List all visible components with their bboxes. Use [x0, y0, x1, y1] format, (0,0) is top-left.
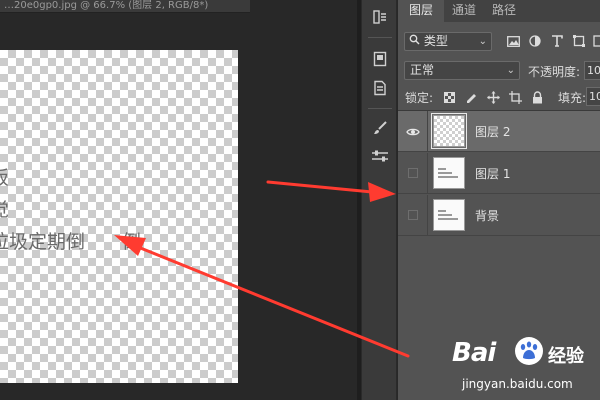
opacity-input[interactable]: 100% — [584, 61, 600, 80]
thumbnail-text-line — [438, 172, 452, 174]
search-icon — [409, 33, 420, 50]
thumbnail-text-line — [438, 218, 458, 220]
tab-layers[interactable]: 图层 — [398, 0, 444, 22]
layer-row-layer-2[interactable]: 图层 2 — [398, 111, 600, 152]
layer-name[interactable]: 图层 1 — [475, 165, 510, 182]
lock-label: 锁定: — [405, 91, 434, 105]
opacity-label: 不透明度: — [528, 65, 581, 79]
adjustment-filter-icon[interactable] — [528, 34, 542, 48]
lock-image-pixels-icon[interactable] — [464, 90, 478, 104]
baidu-jingyan-watermark: Bai 经验 jingyan.baidu.com — [452, 334, 600, 400]
chevron-down-icon: ⌄ — [506, 65, 515, 76]
paw-icon — [514, 336, 544, 370]
canvas-overflow-text: 倒 — [122, 231, 142, 253]
document-tab-title: …20e0gp0.jpg @ 66.7% (图层 2, RGB/8*) — [4, 0, 209, 11]
blend-row: 正常 ⌄ 不透明度: 100% — [398, 60, 600, 82]
watermark-logo-text: Bai — [452, 338, 496, 368]
filter-kind-select[interactable]: 类型 ⌄ — [404, 32, 492, 51]
chevron-down-icon: ⌄ — [478, 36, 487, 47]
adjustments-icon[interactable] — [368, 145, 392, 167]
layer-row-layer-1[interactable]: 图层 1 — [398, 153, 600, 194]
thumbnail-text-line — [438, 214, 452, 216]
layer-name[interactable]: 图层 2 — [475, 123, 510, 140]
watermark-jingyan-text: 经验 — [548, 346, 584, 367]
panel-tabs: 图层 通道 路径 — [398, 0, 600, 22]
thumbnail-text-line — [438, 176, 458, 178]
lock-transparent-pixels-icon[interactable] — [442, 90, 456, 104]
fill-input[interactable]: 100% — [586, 87, 600, 106]
eye-icon — [405, 122, 420, 141]
canvas-text-line-3: 垃圾定期倒 — [0, 231, 86, 253]
image-filter-icon[interactable] — [506, 34, 520, 48]
visibility-off-box — [407, 168, 418, 178]
dock-separator — [368, 108, 392, 109]
document-canvas[interactable]: 饭 觉 垃圾定期倒 — [0, 50, 238, 383]
visibility-toggle[interactable] — [398, 195, 428, 235]
dock-separator — [368, 37, 392, 38]
blend-mode-value: 正常 — [410, 63, 435, 77]
visibility-off-box — [407, 210, 418, 220]
layer-filter-row: 类型 ⌄ — [402, 30, 600, 52]
history-icon[interactable] — [368, 6, 392, 28]
canvas-text-line-1: 饭 — [0, 167, 9, 189]
lock-row: 锁定: 填充: 100% — [398, 87, 600, 107]
shape-filter-icon[interactable] — [572, 34, 586, 48]
tab-paths[interactable]: 路径 — [484, 0, 524, 22]
fill-label: 填充: — [558, 91, 587, 105]
visibility-toggle[interactable] — [398, 153, 428, 193]
layer-thumbnail — [431, 113, 467, 149]
tab-channels[interactable]: 通道 — [444, 0, 484, 22]
thumbnail-text-line — [438, 168, 446, 170]
brush-icon[interactable] — [368, 117, 392, 139]
watermark-url: jingyan.baidu.com — [462, 377, 573, 391]
filter-kind-value: 类型 — [423, 34, 448, 48]
libraries-icon[interactable] — [368, 48, 392, 70]
layer-name[interactable]: 背景 — [475, 207, 499, 224]
panel-dock — [361, 0, 397, 400]
type-filter-icon[interactable] — [550, 34, 564, 48]
thumbnail-text-line — [438, 210, 446, 212]
layer-thumbnail — [433, 157, 465, 189]
visibility-toggle[interactable] — [398, 111, 428, 151]
layer-thumbnail — [433, 199, 465, 231]
lock-position-icon[interactable] — [486, 90, 500, 104]
blend-mode-select[interactable]: 正常 ⌄ — [404, 61, 520, 80]
properties-icon[interactable] — [368, 77, 392, 99]
lock-all-icon[interactable] — [530, 90, 544, 104]
smart-object-filter-icon[interactable] — [592, 34, 600, 48]
photoshop-workspace: …20e0gp0.jpg @ 66.7% (图层 2, RGB/8*) 饭 觉 … — [0, 0, 600, 400]
lock-artboard-icon[interactable] — [508, 90, 522, 104]
document-tab[interactable]: …20e0gp0.jpg @ 66.7% (图层 2, RGB/8*) — [0, 0, 250, 13]
layer-row-background[interactable]: 背景 — [398, 195, 600, 236]
canvas-text-line-2: 觉 — [0, 199, 9, 221]
